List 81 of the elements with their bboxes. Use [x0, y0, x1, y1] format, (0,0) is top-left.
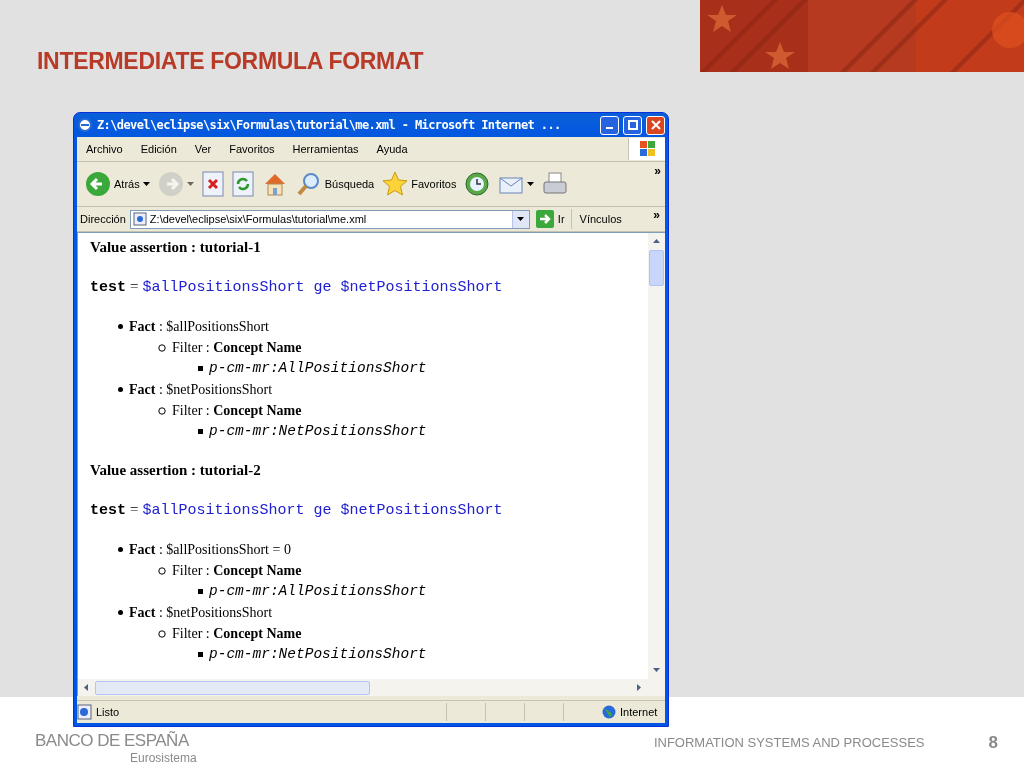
go-button[interactable]: Ir	[533, 209, 572, 229]
menu-item[interactable]: Herramientas	[283, 143, 368, 155]
bullet-icon	[118, 324, 123, 329]
search-button[interactable]: Búsqueda	[293, 167, 377, 201]
list-item-text: Filter : Concept Name	[172, 625, 302, 643]
bullet-icon	[118, 610, 123, 615]
clock-icon	[464, 171, 491, 197]
square-bullet-icon	[198, 589, 203, 594]
scroll-up-arrow-icon[interactable]	[652, 237, 661, 246]
list-item-text: Filter : Concept Name	[172, 402, 302, 420]
page-number: 8	[988, 733, 998, 753]
maximize-icon	[627, 120, 638, 130]
more-chevron[interactable]: »	[654, 164, 661, 178]
slide-title: INTERMEDIATE FORMULA FORMAT	[37, 48, 425, 75]
close-button[interactable]	[646, 115, 665, 135]
scroll-right-arrow-icon[interactable]	[635, 683, 644, 692]
test-label: test	[90, 502, 126, 519]
page-icon	[77, 704, 93, 720]
concept-name: p-cm-mr:AllPositionsShort	[209, 359, 427, 378]
close-icon	[650, 120, 661, 130]
test-expression: $allPositionsShort ge $netPositionsShort	[142, 502, 503, 519]
circle-bullet-icon	[158, 343, 166, 352]
list-item-text: Fact : $netPositionsShort	[129, 604, 273, 622]
concept-name: p-cm-mr:NetPositionsShort	[209, 645, 427, 664]
menu-item[interactable]: Favoritos	[220, 143, 284, 155]
stop-icon	[201, 171, 224, 197]
test-label: test	[90, 279, 126, 296]
equals-sign: =	[130, 501, 139, 517]
arrow-icon	[535, 210, 554, 228]
square-bullet-icon	[198, 652, 203, 657]
scroll-thumb[interactable]	[95, 680, 370, 695]
caret-icon	[517, 217, 525, 221]
favorites-button[interactable]: Favoritos	[380, 167, 459, 201]
browser-logo-icon	[77, 117, 93, 133]
links-label[interactable]: Vínculos	[579, 213, 622, 225]
circle-bullet-icon	[158, 566, 166, 575]
menu-item[interactable]: Ayuda	[367, 143, 417, 155]
more-chevron[interactable]: »	[653, 208, 660, 222]
scroll-down-arrow-icon[interactable]	[652, 666, 661, 675]
list-item-text: Fact : $allPositionsShort	[129, 318, 269, 336]
menu-item[interactable]: Archivo	[77, 143, 132, 155]
address-field[interactable]: Z:\devel\eclipse\six\Formulas\tutorial\me.xml	[129, 209, 530, 229]
printer-icon	[542, 171, 569, 197]
maximize-button[interactable]	[623, 115, 642, 135]
list-item-text: Fact : $allPositionsShort = 0	[129, 541, 291, 559]
section-label: INFORMATION SYSTEMS AND PROCESSES	[653, 735, 925, 750]
equals-sign: =	[130, 278, 139, 294]
square-bullet-icon	[198, 429, 203, 434]
refresh-icon	[231, 171, 254, 197]
back-button[interactable]: Atrás	[83, 167, 152, 201]
page-icon	[132, 212, 147, 226]
star-icon	[382, 171, 409, 197]
concept-name: p-cm-mr:AllPositionsShort	[209, 582, 427, 601]
minimize-button[interactable]	[600, 115, 619, 135]
bullet-icon	[118, 547, 123, 552]
search-icon	[295, 171, 322, 197]
scroll-thumb[interactable]	[649, 250, 664, 286]
bullet-icon	[118, 387, 123, 392]
address-label: Dirección	[80, 213, 126, 225]
assertion-heading: Value assertion : tutorial-1	[90, 239, 262, 256]
circle-bullet-icon	[158, 406, 166, 415]
test-expression: $allPositionsShort ge $netPositionsShort	[142, 279, 503, 296]
menu-item[interactable]: Edición	[131, 143, 186, 155]
menu-item[interactable]: Ver	[185, 143, 221, 155]
list-item-text: Fact : $netPositionsShort	[129, 381, 273, 399]
circle-bullet-icon	[158, 629, 166, 638]
zone-text: Internet	[620, 706, 658, 718]
square-bullet-icon	[198, 366, 203, 371]
dropdown-button[interactable]	[511, 210, 529, 228]
assertion-heading: Value assertion : tutorial-2	[90, 462, 262, 479]
concept-name: p-cm-mr:NetPositionsShort	[209, 422, 427, 441]
list-item-text: Filter : Concept Name	[172, 339, 302, 357]
globe-icon	[602, 705, 616, 719]
list-item-text: Filter : Concept Name	[172, 562, 302, 580]
logo-text: BANCO DE ESPAÑA	[35, 731, 190, 751]
logo-subtitle: Eurosistema	[130, 751, 197, 765]
vertical-scrollbar[interactable]	[648, 233, 665, 679]
scroll-left-arrow-icon[interactable]	[82, 683, 91, 692]
window-title: Z:\devel\eclipse\six\Formulas\tutorial\me.xml - Microsoft Internet ...	[97, 118, 562, 132]
status-text: Listo	[96, 706, 121, 718]
horizontal-scrollbar[interactable]	[77, 679, 665, 696]
